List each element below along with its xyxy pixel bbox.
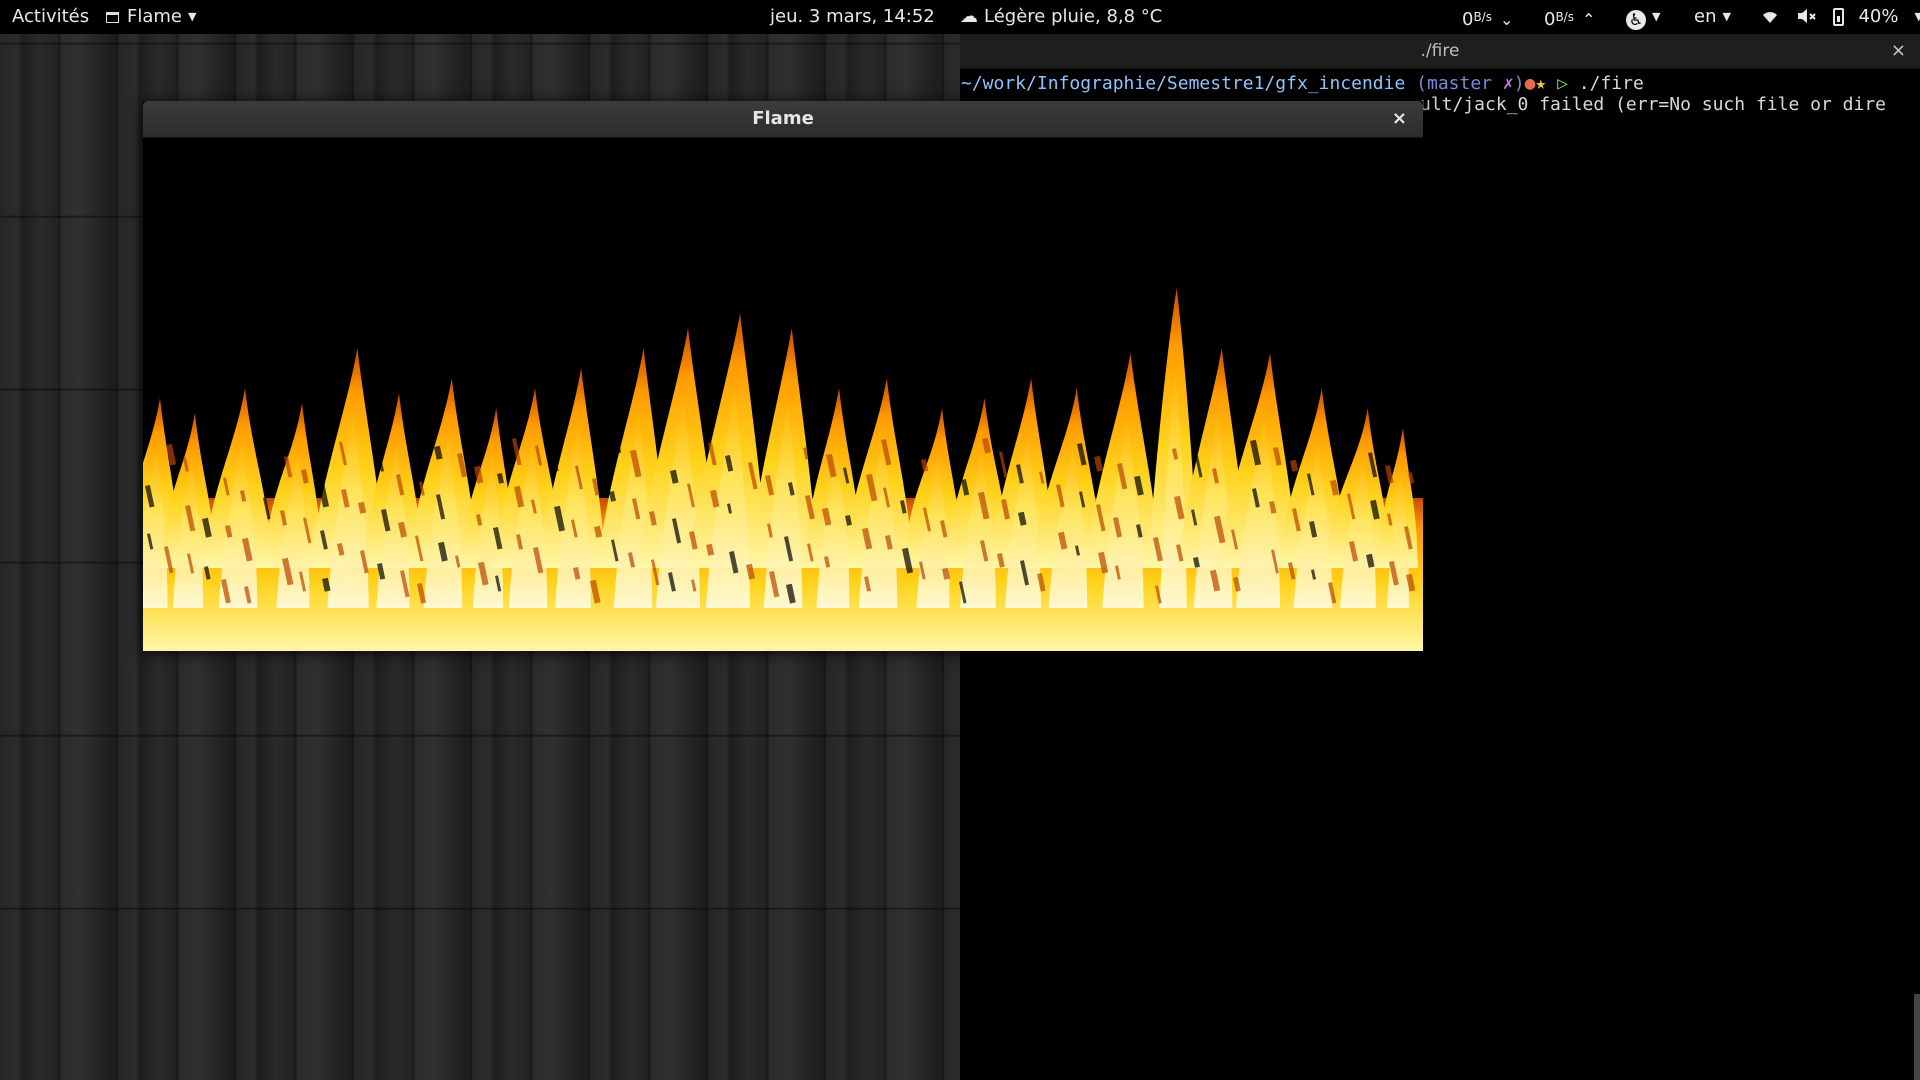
system-status-menu[interactable]: 40% ▼ [1760,0,1920,34]
flame-fleck [904,446,912,466]
net-upload-speed[interactable]: 0B/s ⌃ [1544,0,1595,34]
terminal-close-button[interactable]: × [1891,34,1906,68]
prompt-dirty-marker: ✗ [1502,73,1514,94]
prompt-branch-close: ) [1513,73,1525,94]
battery-icon [1833,8,1845,26]
prompt-arrow: ▷ [1546,73,1579,94]
flame-fleck [1385,464,1394,484]
activities-button[interactable]: Activités [12,0,89,34]
flame-close-button[interactable]: × [1392,101,1407,137]
prompt-command: ./fire [1578,73,1644,94]
accessibility-menu[interactable]: ♿ ▼ [1626,0,1660,34]
chevron-down-icon: ▼ [1914,10,1920,23]
flame-fleck [143,437,149,448]
prompt-dot: ● [1524,73,1536,94]
app-window-icon [106,12,119,23]
flame-fleck [999,451,1008,478]
flame-fleck [1093,455,1103,472]
net-download-speed[interactable]: 0B/s ⌄ [1462,0,1513,34]
net-up-unit: B/s [1555,10,1574,24]
flame-titlebar[interactable]: Flame × [143,101,1423,138]
weather-label: Légère pluie, 8,8 °C [984,6,1163,27]
app-menu[interactable]: Flame ▼ [106,0,196,34]
top-bar: Activités Flame ▼ jeu. 3 mars, 14:52 ☁ Lég… [0,0,1920,34]
weather-rain-icon: ☁ [960,6,978,27]
flame-title: Flame [752,108,814,129]
flame-fleck [206,463,218,490]
flame-fleck [612,436,622,454]
chevron-down-icon: ⌄ [1499,10,1514,29]
battery-percent: 40% [1858,6,1899,27]
flame-fleck [261,448,268,460]
chevron-down-icon: ▼ [188,10,197,23]
volume-muted-icon [1796,6,1824,27]
terminal-scrollbar[interactable] [1914,994,1920,1080]
chevron-up-icon: ⌃ [1581,10,1596,29]
wifi-icon [1760,6,1786,27]
flame-canvas [143,138,1423,651]
terminal-titlebar[interactable]: ./fire × [960,34,1920,69]
prompt-branch-open: (master [1405,73,1503,94]
accessibility-icon: ♿ [1626,10,1646,30]
flame-fleck [552,458,559,472]
weather-indicator[interactable]: ☁ Légère pluie, 8,8 °C [960,0,1162,34]
net-up-value: 0 [1544,9,1556,30]
keyboard-layout-menu[interactable]: en ▼ [1694,0,1731,34]
net-down-value: 0 [1462,9,1474,30]
language-label: en [1694,6,1717,27]
prompt-path: ~/work/Infographie/Semestre1/gfx_incendi… [961,73,1406,94]
clock[interactable]: jeu. 3 mars, 14:52 [770,0,935,34]
prompt-star: ★ [1535,73,1547,94]
flame-window[interactable]: Flame × [143,101,1423,651]
net-down-unit: B/s [1473,10,1492,24]
chevron-down-icon: ▼ [1652,10,1661,23]
terminal-prompt-line: ~/work/Infographie/Semestre1/gfx_incendi… [961,73,1919,94]
chevron-down-icon: ▼ [1722,10,1731,23]
app-menu-label: Flame [127,6,182,27]
terminal-title: ./fire [1420,41,1460,61]
fire-animation [143,288,1423,651]
flame-fleck [1290,459,1299,472]
